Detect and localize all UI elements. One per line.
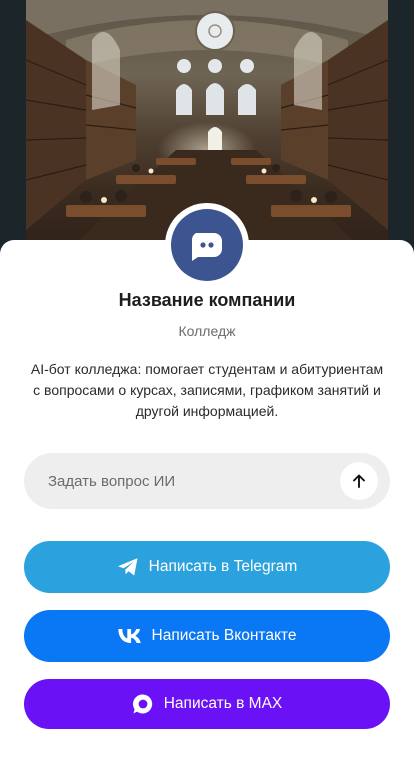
ask-ai-field (24, 453, 390, 509)
company-name: Название компании (118, 290, 296, 310)
avatar-background (171, 209, 243, 281)
telegram-button-label: Написать в Telegram (148, 558, 298, 575)
send-button[interactable] (340, 462, 378, 500)
page: Название компании Колледж AI-бот колледж… (0, 0, 414, 770)
arrow-up-icon (353, 474, 365, 488)
max-button-label: Написать в MAX (163, 695, 283, 712)
company-avatar (165, 203, 249, 287)
telegram-button[interactable]: Написать в Telegram (24, 541, 390, 593)
vk-button-label: Написать Вконтакте (151, 627, 297, 644)
max-button[interactable]: Написать в MAX (24, 679, 390, 729)
company-category: Колледж (178, 323, 236, 339)
chat-bot-icon (191, 233, 222, 261)
company-description: AI-бот колледжа: помогает студентам и аб… (30, 361, 384, 419)
ask-ai-input[interactable] (48, 453, 348, 509)
telegram-icon (117, 557, 139, 577)
vk-button[interactable]: Написать Вконтакте (24, 610, 390, 662)
max-icon (132, 693, 154, 715)
vk-icon (117, 629, 142, 643)
